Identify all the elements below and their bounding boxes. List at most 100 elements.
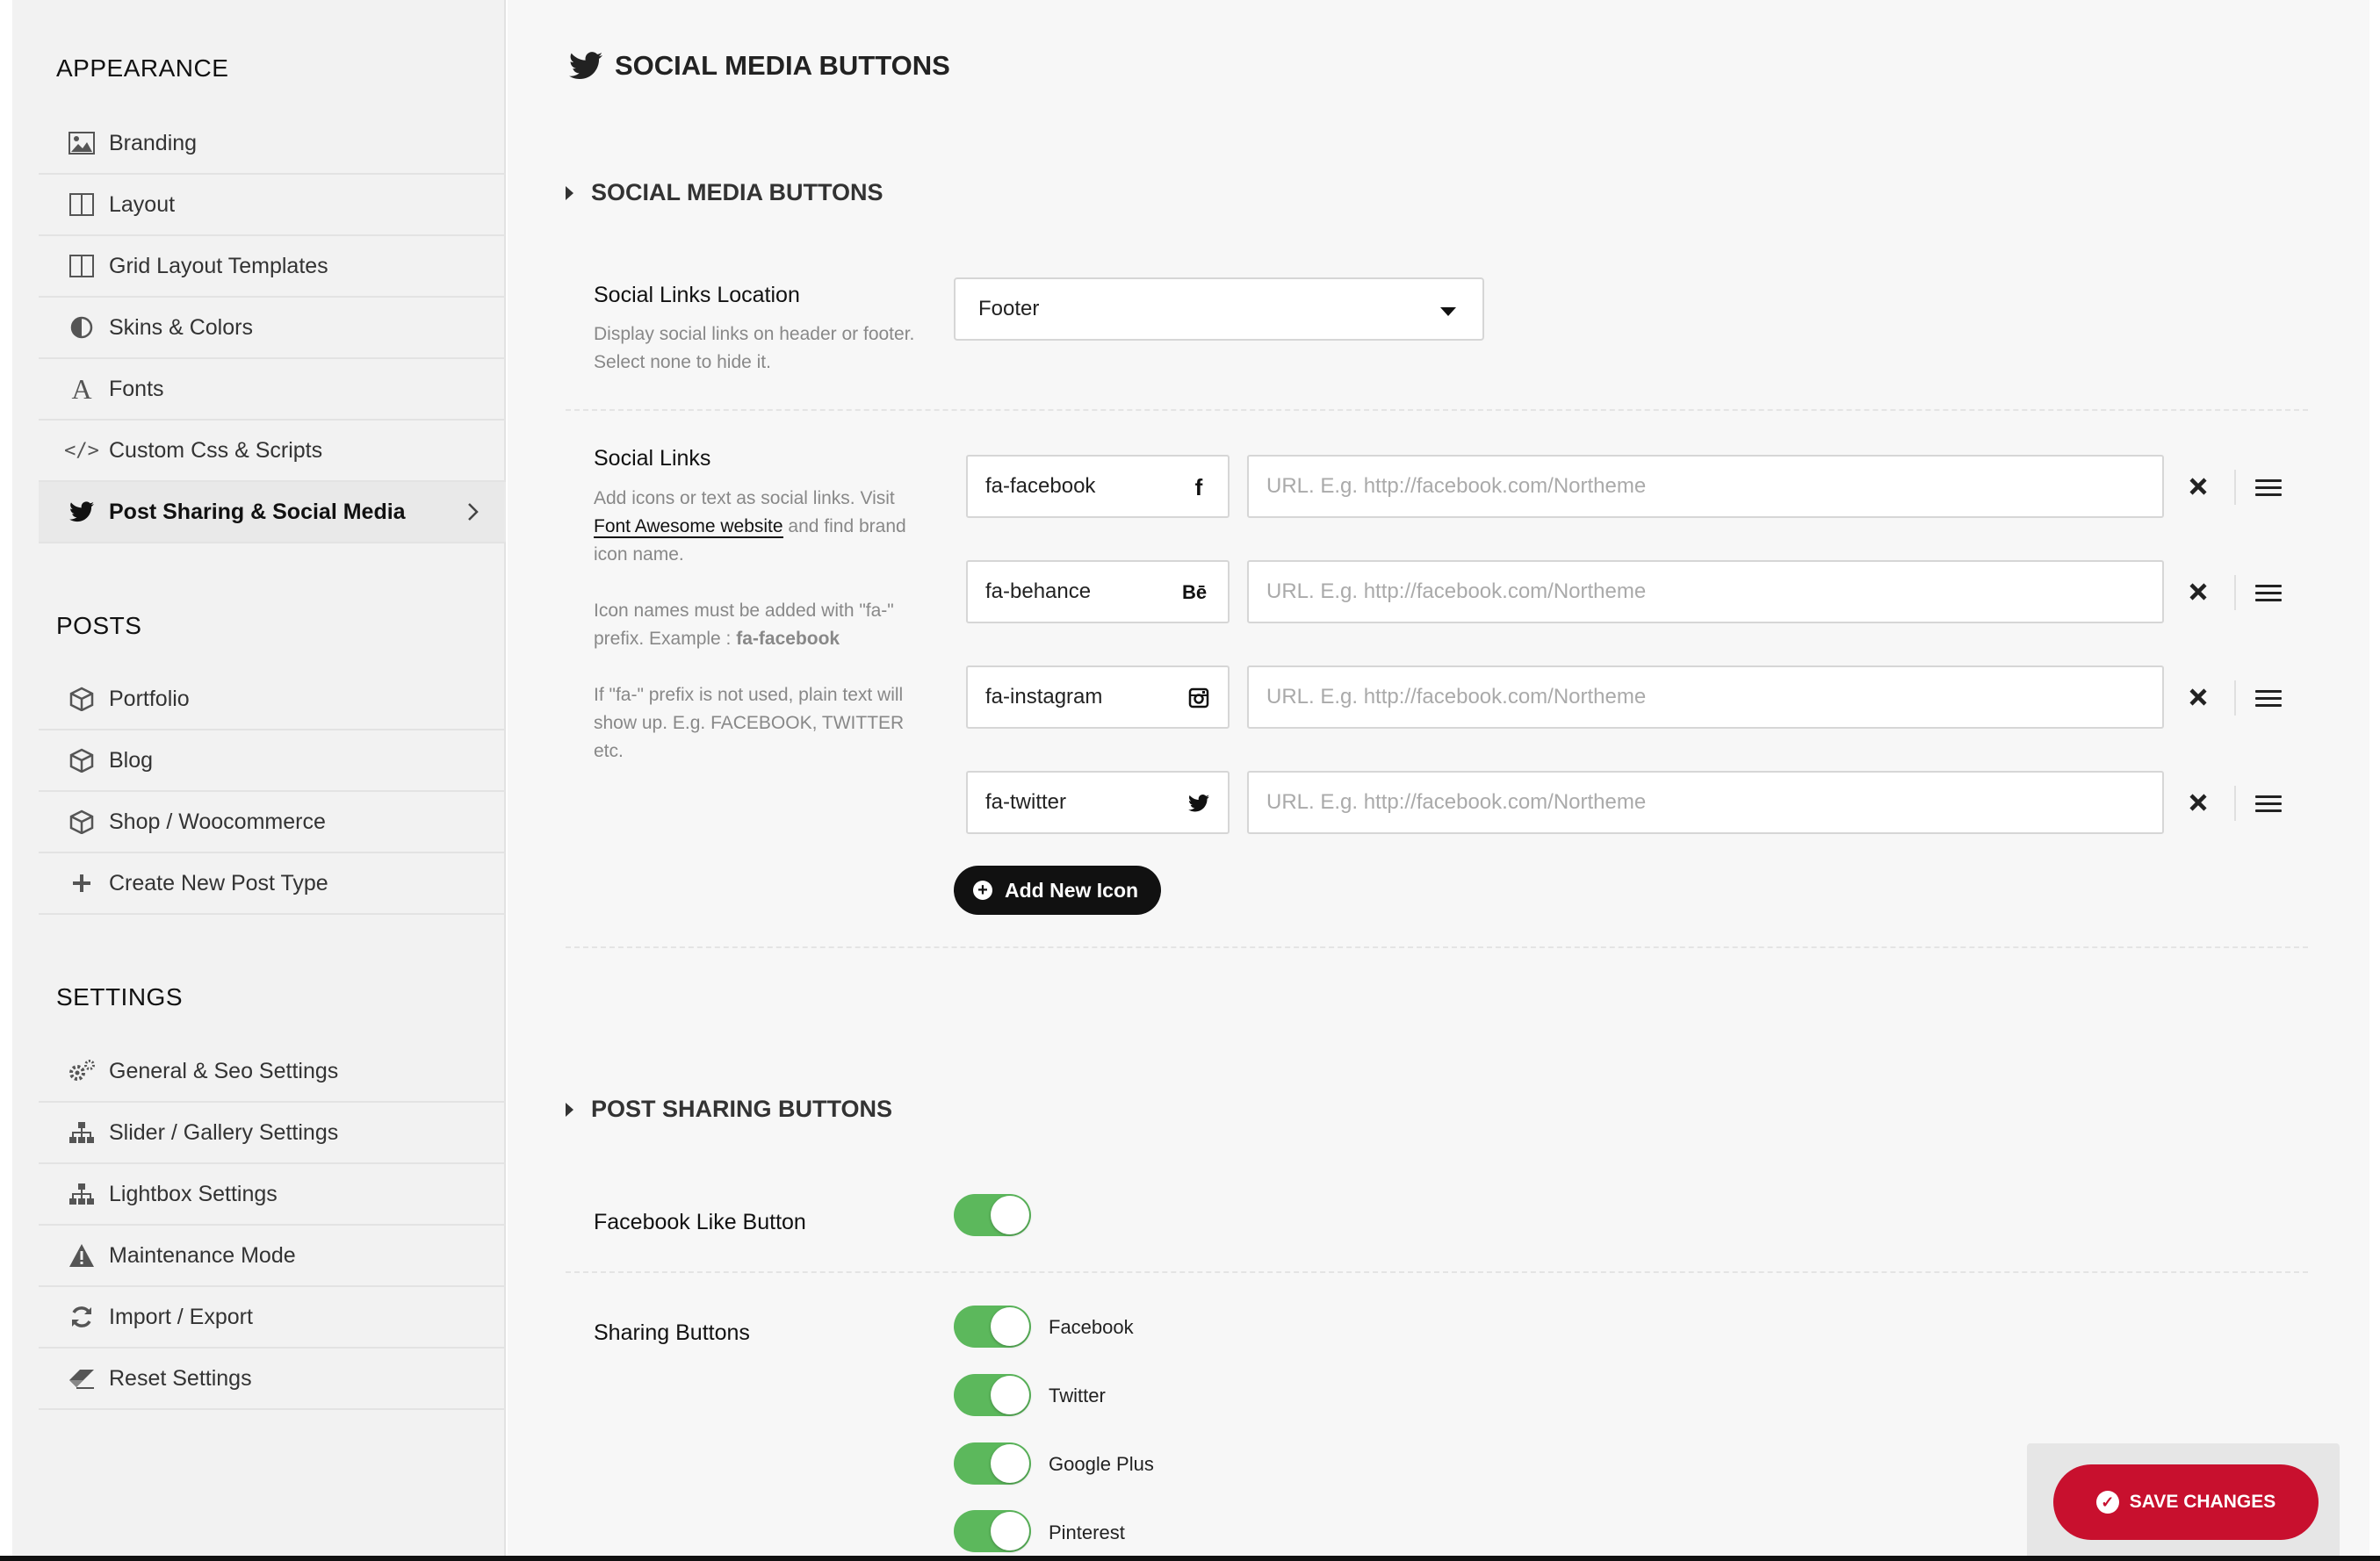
- sidebar-item-import-export[interactable]: Import / Export: [39, 1287, 506, 1349]
- toggle-knob: [991, 1376, 1029, 1414]
- drag-handle[interactable]: [2255, 474, 2282, 500]
- remove-link-button[interactable]: [2185, 789, 2211, 816]
- icon-name-input[interactable]: fa-facebook f: [966, 455, 1230, 518]
- save-changes-label: SAVE CHANGES: [2129, 1492, 2276, 1512]
- remove-link-button[interactable]: [2185, 473, 2211, 500]
- icon-name-input[interactable]: fa-twitter: [966, 771, 1230, 834]
- sidebar-item-custom-css[interactable]: </> Custom Css & Scripts: [39, 421, 506, 482]
- close-icon: [2189, 583, 2207, 601]
- twitter-icon: [67, 497, 97, 527]
- sidebar-item-reset[interactable]: Reset Settings: [39, 1349, 506, 1410]
- sidebar-item-label: Lightbox Settings: [109, 1181, 278, 1206]
- sidebar-item-layout[interactable]: Layout: [39, 175, 506, 236]
- sidebar-item-label: Portfolio: [109, 686, 190, 711]
- facebook-icon: f: [1194, 473, 1203, 500]
- url-input[interactable]: [1247, 665, 2164, 729]
- facebook-share-toggle[interactable]: [954, 1306, 1031, 1348]
- font-icon: A: [71, 372, 92, 405]
- separator: [2234, 680, 2236, 716]
- sidebar-item-label: Maintenance Mode: [109, 1242, 296, 1268]
- adjust-icon: [67, 313, 97, 342]
- sidebar-item-blog[interactable]: Blog: [39, 730, 506, 792]
- posts-heading: POSTS: [56, 612, 142, 639]
- gears-icon: [67, 1056, 97, 1086]
- sidebar-item-grid-layout-templates[interactable]: Grid Layout Templates: [39, 236, 506, 298]
- sidebar-item-label: Post Sharing & Social Media: [109, 499, 406, 524]
- page-title-text: SOCIAL MEDIA BUTTONS: [615, 50, 950, 81]
- sidebar-item-maintenance[interactable]: Maintenance Mode: [39, 1226, 506, 1287]
- sidebar: APPEARANCE Branding Layout Grid Layout T…: [12, 0, 506, 1556]
- instagram-icon: [1187, 687, 1210, 709]
- sidebar-item-create-post-type[interactable]: Create New Post Type: [39, 853, 506, 915]
- url-input[interactable]: [1247, 455, 2164, 518]
- url-input[interactable]: [1247, 771, 2164, 834]
- location-select-value: Footer: [978, 297, 1040, 320]
- sidebar-item-skins-colors[interactable]: Skins & Colors: [39, 298, 506, 359]
- font-awesome-link[interactable]: Font Awesome website: [594, 516, 783, 538]
- save-changes-button[interactable]: ✓ SAVE CHANGES: [2053, 1464, 2319, 1540]
- social-section-title: SOCIAL MEDIA BUTTONS: [591, 179, 883, 205]
- drag-handle[interactable]: [2255, 579, 2282, 606]
- sidebar-item-general-seo[interactable]: General & Seo Settings: [39, 1041, 506, 1103]
- sidebar-item-slider-gallery[interactable]: Slider / Gallery Settings: [39, 1103, 506, 1164]
- divider: [566, 1271, 2308, 1273]
- sidebar-item-label: Skins & Colors: [109, 314, 253, 340]
- main-panel: SOCIAL MEDIA BUTTONS SOCIAL MEDIA BUTTON…: [508, 0, 2369, 1556]
- sharing-section-toggle[interactable]: POST SHARING BUTTONS: [566, 1096, 892, 1123]
- divider: [566, 946, 2308, 948]
- toggle-knob: [991, 1444, 1029, 1483]
- sharing-buttons-label: Sharing Buttons: [594, 1320, 750, 1345]
- twitter-icon: [569, 52, 602, 80]
- sidebar-item-label: General & Seo Settings: [109, 1058, 339, 1083]
- facebook-like-toggle[interactable]: [954, 1194, 1031, 1236]
- sidebar-item-label: Import / Export: [109, 1304, 253, 1329]
- sidebar-item-label: Fonts: [109, 376, 164, 401]
- sidebar-item-lightbox[interactable]: Lightbox Settings: [39, 1164, 506, 1226]
- behance-icon: Bē: [1181, 581, 1208, 603]
- drag-handle[interactable]: [2255, 790, 2282, 816]
- pinterest-share-toggle[interactable]: [954, 1510, 1031, 1552]
- remove-link-button[interactable]: [2185, 579, 2211, 605]
- location-select[interactable]: Footer: [954, 277, 1484, 341]
- toggle-knob: [991, 1512, 1029, 1550]
- icon-name-input[interactable]: fa-instagram: [966, 665, 1230, 729]
- separator: [2234, 470, 2236, 505]
- twitter-share-toggle[interactable]: [954, 1374, 1031, 1416]
- desc-text: Add icons or text as social links. Visit: [594, 488, 895, 508]
- remove-link-button[interactable]: [2185, 684, 2211, 710]
- caret-right-icon: [566, 1102, 573, 1117]
- social-links-desc-plain: If "fa-" prefix is not used, plain text …: [594, 685, 905, 761]
- sidebar-item-label: Shop / Woocommerce: [109, 809, 326, 834]
- sharing-section-title: POST SHARING BUTTONS: [591, 1096, 893, 1122]
- toggle-knob: [991, 1196, 1029, 1234]
- check-circle-icon: ✓: [2095, 1491, 2119, 1514]
- sidebar-item-post-sharing[interactable]: Post Sharing & Social Media: [39, 482, 506, 543]
- google-plus-share-toggle[interactable]: [954, 1442, 1031, 1485]
- social-links-desc-prefix: Icon names must be added with "fa-" pref…: [594, 597, 936, 653]
- close-icon: [2189, 478, 2207, 495]
- image-icon: [67, 128, 97, 158]
- icon-name-value: fa-instagram: [985, 685, 1103, 709]
- pinterest-share-label: Pinterest: [1049, 1521, 1125, 1543]
- sidebar-item-fonts[interactable]: A Fonts: [39, 359, 506, 421]
- columns-icon: [67, 190, 97, 219]
- sidebar-item-label: Custom Css & Scripts: [109, 437, 323, 463]
- facebook-like-label: Facebook Like Button: [594, 1210, 806, 1234]
- google-plus-share-label: Google Plus: [1049, 1453, 1154, 1475]
- caret-right-icon: [566, 185, 573, 200]
- social-links-label: Social Links: [594, 446, 711, 471]
- url-input[interactable]: [1247, 560, 2164, 623]
- sitemap-icon: [67, 1179, 97, 1209]
- sidebar-item-portfolio[interactable]: Portfolio: [39, 669, 506, 730]
- settings-heading: SETTINGS: [56, 983, 184, 1011]
- page-edge: [2369, 0, 2380, 1556]
- add-new-icon-button[interactable]: + Add New Icon: [954, 866, 1162, 915]
- page-title: SOCIAL MEDIA BUTTONS: [569, 49, 950, 83]
- drag-handle[interactable]: [2255, 685, 2282, 711]
- twitter-share-label: Twitter: [1049, 1385, 1106, 1406]
- sidebar-item-label: Blog: [109, 747, 154, 773]
- social-section-toggle[interactable]: SOCIAL MEDIA BUTTONS: [566, 179, 883, 206]
- sidebar-item-branding[interactable]: Branding: [39, 113, 506, 175]
- sidebar-item-shop[interactable]: Shop / Woocommerce: [39, 792, 506, 853]
- icon-name-input[interactable]: fa-behance Bē: [966, 560, 1230, 623]
